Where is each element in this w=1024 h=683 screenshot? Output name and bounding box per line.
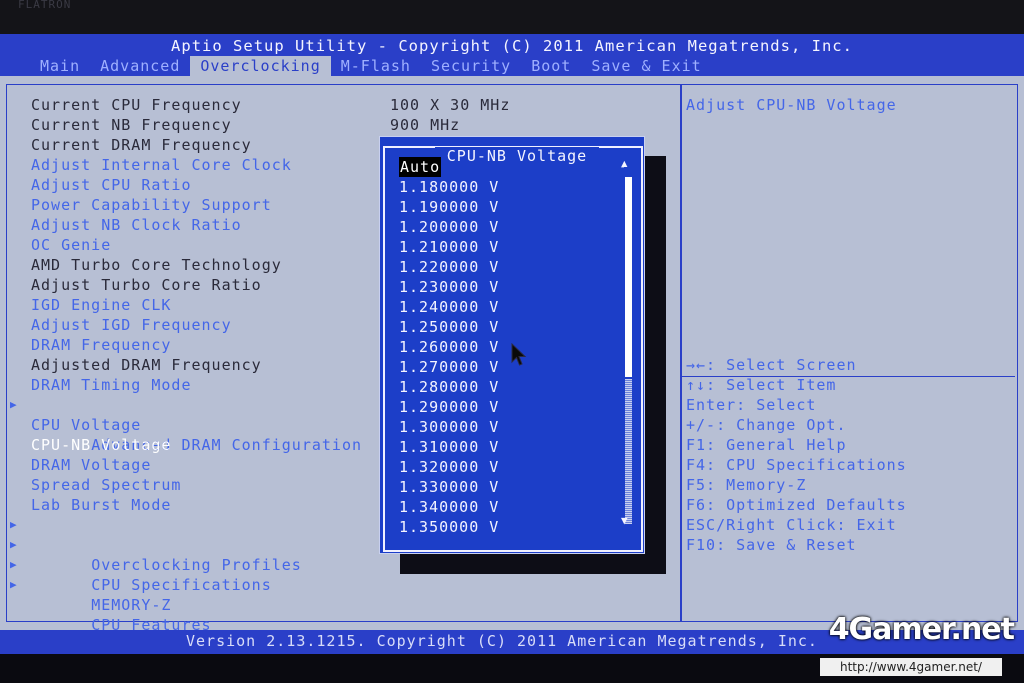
submenu-arrow-icon: ▶ [10, 398, 18, 411]
monitor-brand: FLATRON [18, 0, 72, 11]
tab-security[interactable]: Security [421, 56, 521, 76]
key-hint-memory-z: F5: Memory-Z [686, 476, 807, 494]
help-description: Adjust CPU-NB Voltage [686, 96, 897, 114]
popup-option[interactable]: 1.290000 V [399, 397, 499, 417]
tab-advanced[interactable]: Advanced [90, 56, 190, 76]
tab-save-exit[interactable]: Save & Exit [581, 56, 711, 76]
popup-option[interactable]: 1.240000 V [399, 297, 499, 317]
key-hint-save-reset: F10: Save & Reset [686, 536, 857, 554]
popup-option[interactable]: 1.300000 V [399, 417, 499, 437]
popup-option[interactable]: 1.210000 V [399, 237, 499, 257]
key-hint-select-screen: →←: Select Screen [686, 356, 857, 374]
scrollbar-track[interactable] [625, 379, 632, 524]
menu-item-dram-voltage[interactable]: DRAM Voltage [31, 455, 151, 475]
mouse-pointer-icon [511, 342, 527, 371]
submenu-arrow-icon: ▶ [10, 518, 18, 531]
menu-item-adjust-igd-frequency[interactable]: Adjust IGD Frequency [31, 315, 232, 335]
popup-option[interactable]: 1.260000 V [399, 337, 499, 357]
scrollbar-thumb[interactable] [625, 177, 632, 377]
popup-option-auto[interactable]: Auto [399, 157, 442, 177]
monitor-bezel: FLATRON [0, 0, 1024, 34]
key-hint-exit: ESC/Right Click: Exit [686, 516, 897, 534]
popup-option[interactable]: 1.200000 V [399, 217, 499, 237]
key-hint-enter: Enter: Select [686, 396, 817, 414]
menu-item-current-cpu-frequency: Current CPU Frequency [31, 96, 242, 114]
tab-boot[interactable]: Boot [521, 56, 581, 76]
title-bar: Aptio Setup Utility - Copyright (C) 2011… [0, 34, 1024, 76]
menu-item-spread-spectrum[interactable]: Spread Spectrum [31, 475, 181, 495]
submenu-arrow-icon: ▶ [10, 558, 18, 571]
menu-item-oc-genie[interactable]: OC Genie [31, 235, 111, 255]
menu-item-adjusted-dram-frequency: Adjusted DRAM Frequency [31, 356, 262, 374]
submenu-arrow-icon: ▶ [10, 538, 18, 551]
tab-main[interactable]: Main [30, 56, 90, 76]
tab-m-flash[interactable]: M-Flash [331, 56, 421, 76]
menu-item-cpu-voltage[interactable]: CPU Voltage [31, 415, 141, 435]
version-text: Version 2.13.1215. Copyright (C) 2011 Am… [186, 632, 818, 650]
key-hint-cpu-specifications: F4: CPU Specifications [686, 456, 907, 474]
tab-bar: Main Advanced Overclocking M-Flash Secur… [30, 56, 712, 76]
popup-option[interactable]: 1.320000 V [399, 457, 499, 477]
popup-scrollbar[interactable] [624, 167, 633, 524]
popup-option[interactable]: 1.250000 V [399, 317, 499, 337]
popup-title: CPU-NB Voltage [435, 147, 599, 165]
value-current-cpu-frequency: 100 X 30 MHz [390, 96, 511, 114]
key-hint-change-opt: +/-: Change Opt. [686, 416, 847, 434]
window-title: Aptio Setup Utility - Copyright (C) 2011… [171, 37, 853, 55]
tab-overclocking[interactable]: Overclocking [190, 56, 331, 76]
menu-item-current-nb-frequency: Current NB Frequency [31, 116, 232, 134]
value-current-nb-frequency: 900 MHz [390, 116, 461, 134]
popup-option[interactable]: 1.310000 V [399, 437, 499, 457]
popup-option[interactable]: 1.180000 V [399, 177, 499, 197]
submenu-arrow-icon: ▶ [10, 578, 18, 591]
menu-item-adjust-cpu-ratio[interactable]: Adjust CPU Ratio [31, 175, 192, 195]
watermark-url: http://www.4gamer.net/ [820, 658, 1002, 676]
menu-item-power-capability-support[interactable]: Power Capability Support [31, 195, 272, 215]
menu-item-dram-frequency[interactable]: DRAM Frequency [31, 335, 171, 355]
menu-item-cpu-nb-voltage[interactable]: CPU-NB Voltage [31, 435, 171, 455]
menu-item-adjust-nb-clock-ratio[interactable]: Adjust NB Clock Ratio [31, 215, 242, 235]
popup-option[interactable]: 1.340000 V [399, 497, 499, 517]
menu-item-dram-timing-mode[interactable]: DRAM Timing Mode [31, 375, 192, 395]
menu-item-current-dram-frequency: Current DRAM Frequency [31, 136, 252, 154]
scroll-down-arrow-icon[interactable]: ▼ [621, 514, 628, 527]
popup-option[interactable]: 1.190000 V [399, 197, 499, 217]
popup-option[interactable]: 1.330000 V [399, 477, 499, 497]
popup-option[interactable]: 1.270000 V [399, 357, 499, 377]
menu-item-amd-turbo-core-technology: AMD Turbo Core Technology [31, 256, 282, 274]
watermark-logo: 4Gamer.net [828, 612, 1015, 647]
menu-item-lab-burst-mode[interactable]: Lab Burst Mode [31, 495, 171, 515]
popup-option[interactable]: 1.220000 V [399, 257, 499, 277]
menu-item-adjust-turbo-core-ratio: Adjust Turbo Core Ratio [31, 276, 262, 294]
popup-option[interactable]: 1.350000 V [399, 517, 499, 537]
bios-screen: Aptio Setup Utility - Copyright (C) 2011… [0, 34, 1024, 654]
key-hint-select-item: ↑↓: Select Item [686, 376, 837, 394]
key-hint-optimized-defaults: F6: Optimized Defaults [686, 496, 907, 514]
menu-item-igd-engine-clk[interactable]: IGD Engine CLK [31, 295, 171, 315]
menu-item-adjust-internal-core-clock[interactable]: Adjust Internal Core Clock [31, 155, 292, 175]
popup-option[interactable]: 1.230000 V [399, 277, 499, 297]
popup-option[interactable]: 1.280000 V [399, 377, 499, 397]
key-hint-general-help: F1: General Help [686, 436, 847, 454]
